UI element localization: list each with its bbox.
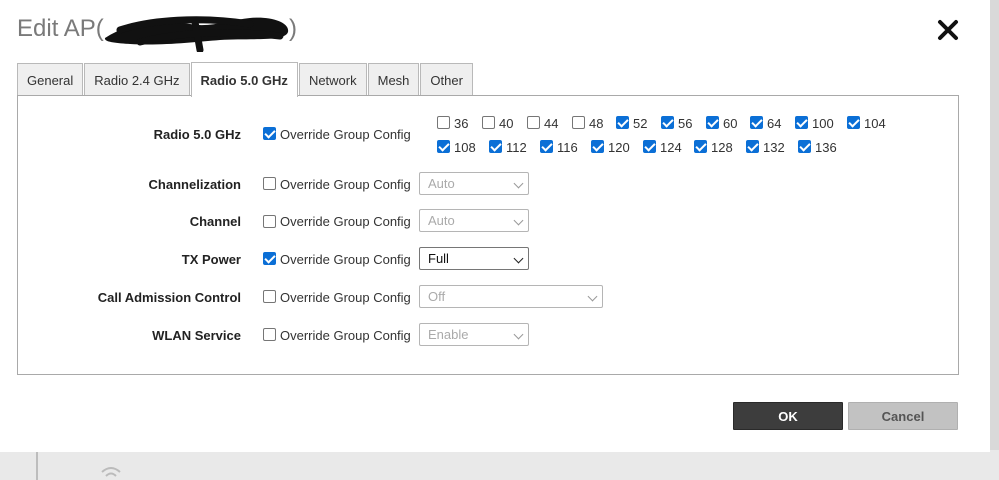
channel-checkbox-44[interactable] (527, 116, 540, 129)
channel-label-112: 112 (506, 140, 527, 155)
channel-label-124: 124 (660, 140, 682, 155)
channel-label-128: 128 (711, 140, 733, 155)
channel-checkbox-112[interactable] (489, 140, 502, 153)
channel-checkbox-108[interactable] (437, 140, 450, 153)
channel-label-104: 104 (864, 116, 886, 131)
tab-radio-24[interactable]: Radio 2.4 GHz (84, 63, 190, 96)
channel-label-136: 136 (815, 140, 837, 155)
tx-power-label: TX Power (181, 252, 241, 267)
wlan-select[interactable]: Enable (419, 323, 529, 346)
channel-checkbox-48[interactable] (572, 116, 585, 129)
ok-button[interactable]: OK (733, 402, 843, 430)
channel-label-52: 52 (633, 116, 648, 131)
channel-checkbox-104[interactable] (847, 116, 860, 129)
channel-checkbox-116[interactable] (540, 140, 553, 153)
channel-checkbox-40[interactable] (482, 116, 495, 129)
cac-override-checkbox[interactable] (263, 290, 276, 303)
radio-label: Radio 5.0 GHz (153, 127, 241, 142)
channelization-select[interactable]: Auto (419, 172, 529, 195)
dialog-title-prefix: Edit AP( (17, 15, 104, 42)
channel-checkbox-56[interactable] (661, 116, 674, 129)
tab-radio-50[interactable]: Radio 5.0 GHz (190, 62, 298, 97)
wlan-value: Enable (428, 327, 469, 342)
channel-label: Channel (189, 214, 241, 229)
chevron-down-icon (513, 329, 524, 340)
cancel-button[interactable]: Cancel (848, 402, 958, 430)
channel-label-100: 100 (812, 116, 834, 131)
channel-value: Auto (428, 213, 455, 228)
chevron-down-icon (513, 178, 524, 189)
redaction-scribble (104, 16, 289, 52)
cac-label: Call Admission Control (97, 290, 241, 305)
wlan-override-checkbox[interactable] (263, 328, 276, 341)
tx-power-override-checkbox[interactable] (263, 252, 276, 265)
channel-checkbox-120[interactable] (591, 140, 604, 153)
channel-label-40: 40 (499, 116, 514, 131)
radio-override-checkbox[interactable] (263, 127, 276, 140)
channel-checkbox-52[interactable] (616, 116, 629, 129)
channel-label-120: 120 (608, 140, 630, 155)
close-icon[interactable] (936, 18, 960, 42)
tx-power-select[interactable]: Full (419, 247, 529, 270)
channelization-value: Auto (428, 176, 455, 191)
channelization-override-label: Override Group Config (280, 177, 411, 192)
wlan-override-label: Override Group Config (280, 328, 411, 343)
channel-checkbox-64[interactable] (750, 116, 763, 129)
channel-label-36: 36 (454, 116, 469, 131)
wlan-label: WLAN Service (152, 328, 241, 343)
channelization-label: Channelization (148, 177, 241, 192)
channelization-override-checkbox[interactable] (263, 177, 276, 190)
cac-select[interactable]: Off (419, 285, 603, 308)
channel-checkbox-36[interactable] (437, 116, 450, 129)
edit-ap-dialog: Edit AP( ) General Radio 2.4 GHz Radio 5… (0, 0, 990, 452)
cac-override-label: Override Group Config (280, 290, 411, 305)
channel-label-116: 116 (557, 140, 578, 155)
radio-override-label: Override Group Config (280, 127, 411, 142)
channel-label-132: 132 (763, 140, 785, 155)
channel-checkbox-60[interactable] (706, 116, 719, 129)
channel-label-44: 44 (544, 116, 559, 131)
channel-label-56: 56 (678, 116, 693, 131)
channel-label-48: 48 (589, 116, 604, 131)
tab-mesh[interactable]: Mesh (367, 63, 420, 96)
channel-label-60: 60 (723, 116, 738, 131)
channel-checkbox-100[interactable] (795, 116, 808, 129)
channel-checkbox-132[interactable] (746, 140, 759, 153)
channel-checkbox-128[interactable] (694, 140, 707, 153)
channel-checkbox-136[interactable] (798, 140, 811, 153)
tab-bar: General Radio 2.4 GHz Radio 5.0 GHz Netw… (17, 62, 474, 97)
channel-override-label: Override Group Config (280, 214, 411, 229)
tx-power-override-label: Override Group Config (280, 252, 411, 267)
channel-checkbox-124[interactable] (643, 140, 656, 153)
channel-select[interactable]: Auto (419, 209, 529, 232)
tx-power-value: Full (428, 251, 449, 266)
cac-value: Off (428, 289, 446, 304)
tab-network[interactable]: Network (298, 63, 367, 96)
tab-other[interactable]: Other (420, 63, 473, 96)
chevron-down-icon (587, 291, 598, 302)
channel-override-checkbox[interactable] (263, 215, 276, 228)
chevron-down-icon (513, 253, 524, 264)
background-app (0, 450, 999, 480)
chevron-down-icon (513, 215, 524, 226)
wifi-icon (100, 464, 122, 480)
background-divider (36, 450, 38, 480)
tab-general[interactable]: General (17, 63, 84, 96)
dialog-title: Edit AP( ) (17, 15, 297, 43)
channel-label-64: 64 (767, 116, 782, 131)
channel-label-108: 108 (454, 140, 476, 155)
